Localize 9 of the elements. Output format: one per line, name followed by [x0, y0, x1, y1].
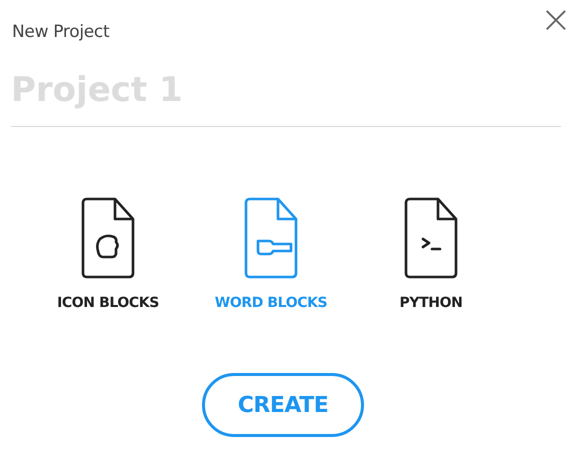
block-file-icon — [81, 197, 135, 279]
project-type-option[interactable]: ICON BLOCKS — [10, 197, 206, 311]
terminal-file-icon — [404, 197, 458, 279]
close-button[interactable]: × — [540, 2, 570, 36]
project-type-option[interactable]: WORD BLOCKS — [206, 197, 336, 311]
block-file-icon — [244, 197, 298, 279]
dialog-title: New Project — [12, 22, 110, 42]
project-type-option[interactable]: PYTHON — [336, 197, 526, 311]
create-button[interactable]: CREATE — [202, 373, 364, 437]
